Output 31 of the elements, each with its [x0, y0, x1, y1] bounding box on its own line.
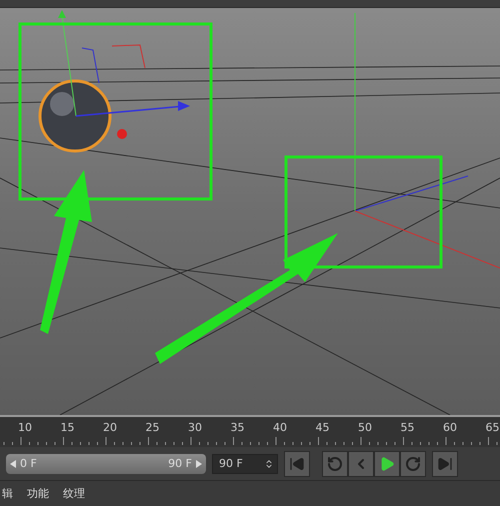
frame-number: 10 — [18, 421, 32, 434]
menu-item[interactable]: 纹理 — [63, 486, 85, 501]
first-frame-button[interactable] — [284, 450, 310, 476]
frame-number: 60 — [443, 421, 457, 434]
frame-number: 65 — [486, 421, 500, 434]
skip-forward-icon — [437, 456, 453, 472]
menu-item[interactable]: 辑 — [2, 486, 13, 501]
range-end: 90 F — [168, 457, 192, 470]
rotate-left-icon — [327, 456, 343, 472]
frame-number: 45 — [316, 421, 330, 434]
frame-number: 30 — [188, 421, 202, 434]
spinner-icon — [264, 458, 274, 468]
frame-number: 15 — [60, 421, 74, 434]
frame-number: 25 — [146, 421, 160, 434]
rotate-right-icon — [405, 456, 421, 472]
play-button[interactable] — [374, 450, 400, 476]
skip-back-icon — [289, 456, 305, 472]
timeline-ruler[interactable]: 10 15 20 25 30 35 40 45 50 55 60 65 — [0, 415, 500, 447]
right-triangle-icon[interactable] — [196, 460, 202, 468]
end-frame-field[interactable]: 90 F — [212, 454, 278, 474]
frame-number: 20 — [103, 421, 117, 434]
frame-number: 50 — [358, 421, 372, 434]
frame-number: 35 — [230, 421, 244, 434]
play-icon — [379, 456, 395, 472]
left-triangle-icon[interactable] — [10, 460, 16, 468]
last-frame-button[interactable] — [432, 450, 458, 476]
menu-item[interactable]: 功能 — [27, 486, 49, 501]
frame-number: 40 — [273, 421, 287, 434]
frame-number: 55 — [400, 421, 414, 434]
loop-button[interactable] — [322, 450, 348, 476]
range-start: 0 F — [20, 457, 37, 470]
